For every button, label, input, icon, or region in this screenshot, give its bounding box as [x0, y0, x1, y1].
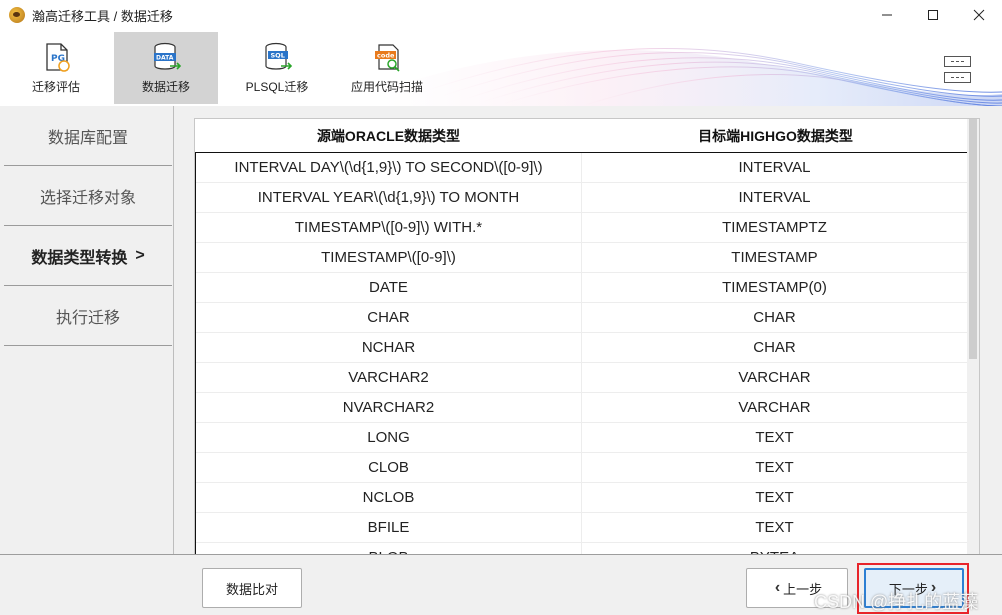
cell-source-type[interactable]: CLOB	[196, 453, 582, 482]
sidebar-item-label: 执行迁移	[55, 309, 120, 327]
sidebar-item-execute-migration[interactable]: 执行迁移	[4, 286, 172, 346]
sidebar-item-database-config[interactable]: 数据库配置	[4, 106, 172, 166]
sidebar-item-select-objects[interactable]: 选择迁移对象	[4, 166, 172, 226]
menu-box-bottom	[944, 72, 971, 83]
cell-target-type[interactable]: CHAR	[582, 303, 967, 332]
table-row[interactable]: NCHAR CHAR	[196, 333, 967, 363]
cell-source-type[interactable]: INTERVAL YEAR\(\d{1,9}\) TO MONTH	[196, 183, 582, 212]
svg-text:SQL: SQL	[271, 52, 285, 60]
sidebar-item-label: 数据库配置	[47, 129, 128, 147]
window-title: 瀚高迁移工具 / 数据迁移	[32, 8, 173, 24]
cell-source-type[interactable]: BFILE	[196, 513, 582, 542]
toolbar-item-code-scan[interactable]: code 应用代码扫描	[335, 32, 439, 104]
table-row[interactable]: DATE TIMESTAMP(0)	[196, 273, 967, 303]
cell-target-type[interactable]: INTERVAL	[582, 183, 967, 212]
cell-target-type[interactable]: TIMESTAMP	[582, 243, 967, 272]
cell-target-type[interactable]: INTERVAL	[582, 153, 967, 182]
toolbar-item-label: 应用代码扫描	[350, 80, 423, 94]
toolbar-item-migration-assessment[interactable]: PG 迁移评估	[4, 32, 108, 104]
pg-document-icon: PG	[46, 43, 70, 72]
cell-target-type[interactable]: TEXT	[582, 513, 967, 542]
active-arrow: >	[135, 246, 145, 264]
cell-source-type[interactable]: TIMESTAMP\([0-9]\)	[196, 243, 582, 272]
table-row[interactable]: INTERVAL YEAR\(\d{1,9}\) TO MONTH INTERVA…	[196, 183, 967, 213]
cell-source-type[interactable]: DATE	[196, 273, 582, 302]
toolbar-item-label: 迁移评估	[31, 80, 80, 94]
table-header: 源端ORACLE数据类型 目标端HIGHGO数据类型	[195, 119, 969, 153]
cell-target-type[interactable]: TEXT	[582, 453, 967, 482]
cell-source-type[interactable]: NCLOB	[196, 483, 582, 512]
close-icon[interactable]	[956, 0, 1002, 30]
toolbar-item-label: 数据迁移	[141, 80, 190, 94]
table-row[interactable]: TIMESTAMP\([0-9]\) WITH.* TIMESTAMPTZ	[196, 213, 967, 243]
title-bar: 瀚高迁移工具 / 数据迁移	[0, 0, 1002, 30]
table-scrollbar[interactable]	[967, 119, 979, 554]
window-controls	[864, 0, 1002, 30]
datatype-mapping-panel: 源端ORACLE数据类型 目标端HIGHGO数据类型 INTERVAL DAY\…	[173, 106, 1002, 555]
menu-icon[interactable]	[944, 56, 971, 83]
sidebar-item-datatype-conversion[interactable]: 数据类型转换 >	[4, 226, 172, 286]
decorative-wave-banner	[382, 47, 1002, 106]
cell-target-type[interactable]: TIMESTAMP(0)	[582, 273, 967, 302]
chevron-left-icon: ‹	[774, 579, 781, 596]
step-sidebar: 数据库配置 选择迁移对象 数据类型转换 > 执行迁移	[0, 106, 174, 556]
cell-target-type[interactable]: TEXT	[582, 423, 967, 452]
table-row[interactable]: CLOB TEXT	[196, 453, 967, 483]
table-row[interactable]: CHAR CHAR	[196, 303, 967, 333]
cell-source-type[interactable]: VARCHAR2	[196, 363, 582, 392]
cell-target-type[interactable]: VARCHAR	[582, 393, 967, 422]
sidebar-item-label: 数据类型转换	[31, 249, 128, 267]
cell-target-type[interactable]: TIMESTAMPTZ	[582, 213, 967, 242]
menu-box-top	[944, 56, 971, 67]
svg-text:code: code	[377, 52, 395, 60]
cell-source-type[interactable]: LONG	[196, 423, 582, 452]
table-row[interactable]: INTERVAL DAY\(\d{1,9}\) TO SECOND\([0-9]…	[196, 153, 967, 183]
svg-text:DATA: DATA	[156, 55, 174, 62]
cell-source-type[interactable]: NVARCHAR2	[196, 393, 582, 422]
maximize-icon[interactable]	[910, 0, 956, 30]
database-data-icon: DATA	[154, 42, 182, 70]
table-row[interactable]: NCLOB TEXT	[196, 483, 967, 513]
cell-target-type[interactable]: CHAR	[582, 333, 967, 362]
cell-target-type[interactable]: VARCHAR	[582, 363, 967, 392]
table-row[interactable]: VARCHAR2 VARCHAR	[196, 363, 967, 393]
toolbar-item-label: PLSQL迁移	[245, 80, 309, 94]
app-logo-icon	[9, 7, 25, 23]
sql-database-icon: SQL	[265, 42, 293, 70]
table-row[interactable]: LONG TEXT	[196, 423, 967, 453]
column-header-source[interactable]: 源端ORACLE数据类型	[195, 119, 582, 152]
datatype-mapping-table: 源端ORACLE数据类型 目标端HIGHGO数据类型 INTERVAL DAY\…	[194, 118, 980, 555]
minimize-icon[interactable]	[864, 0, 910, 30]
data-compare-button[interactable]: 数据比对	[202, 568, 302, 608]
toolbar: PG 迁移评估 DATA 数据迁移 SQL PLSQL迁移 code 应用代码扫…	[0, 30, 1002, 106]
cell-target-type[interactable]: TEXT	[582, 483, 967, 512]
cell-source-type[interactable]: INTERVAL DAY\(\d{1,9}\) TO SECOND\([0-9]…	[196, 153, 582, 182]
cell-source-type[interactable]: TIMESTAMP\([0-9]\) WITH.*	[196, 213, 582, 242]
toolbar-item-plsql-migration[interactable]: SQL PLSQL迁移	[225, 32, 329, 104]
scrollbar-thumb[interactable]	[969, 119, 977, 359]
table-body: INTERVAL DAY\(\d{1,9}\) TO SECOND\([0-9]…	[195, 153, 968, 554]
code-scan-icon: code	[375, 44, 400, 72]
cell-source-type[interactable]: CHAR	[196, 303, 582, 332]
cell-source-type[interactable]: NCHAR	[196, 333, 582, 362]
toolbar-item-data-migration[interactable]: DATA 数据迁移	[114, 32, 218, 104]
column-header-target[interactable]: 目标端HIGHGO数据类型	[582, 119, 969, 152]
csdn-watermark: CSDN @挣扎的蓝藻	[814, 592, 979, 612]
table-row[interactable]: BFILE TEXT	[196, 513, 967, 543]
table-row[interactable]: TIMESTAMP\([0-9]\) TIMESTAMP	[196, 243, 967, 273]
footer-bar: 数据比对 ‹ 上一步 下一步 › CSDN @挣扎的蓝藻	[0, 554, 1002, 615]
sidebar-item-label: 选择迁移对象	[39, 189, 136, 207]
table-row[interactable]: NVARCHAR2 VARCHAR	[196, 393, 967, 423]
